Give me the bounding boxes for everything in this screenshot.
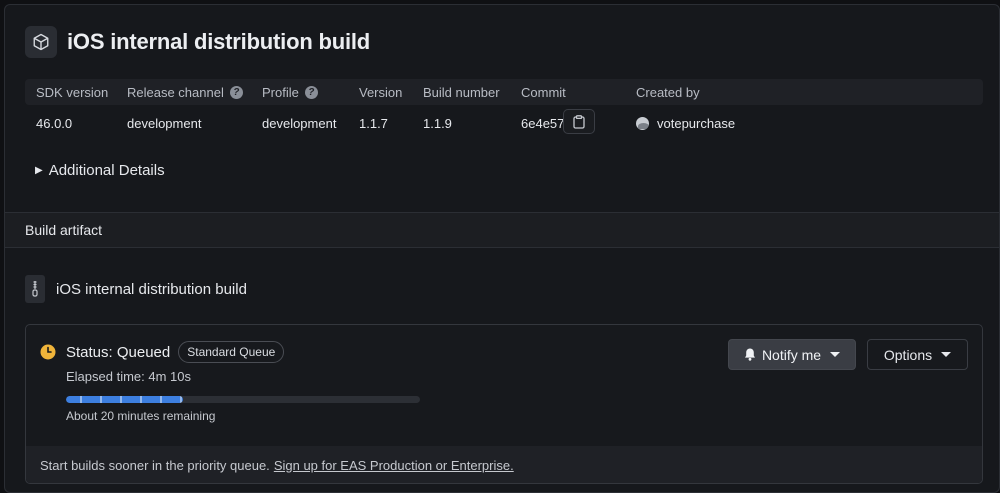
page-header: iOS internal distribution build bbox=[25, 26, 370, 58]
build-details-panel: iOS internal distribution build SDK vers… bbox=[4, 4, 1000, 493]
created-by[interactable]: votepurchase bbox=[636, 109, 735, 137]
help-icon[interactable]: ? bbox=[229, 85, 243, 99]
col-profile: Profile ? bbox=[262, 79, 318, 105]
progress-bar bbox=[66, 396, 420, 403]
profile-value: development bbox=[262, 115, 337, 131]
copy-commit-button[interactable] bbox=[563, 109, 595, 134]
queue-badge: Standard Queue bbox=[178, 341, 285, 363]
additional-details-label: Additional Details bbox=[48, 162, 165, 179]
version-value: 1.1.7 bbox=[359, 115, 388, 131]
help-icon[interactable]: ? bbox=[304, 85, 318, 99]
page-title: iOS internal distribution build bbox=[67, 29, 371, 54]
sdk-version-value: 46.0.0 bbox=[36, 115, 73, 131]
col-version: Version bbox=[359, 84, 403, 100]
clipboard-icon bbox=[573, 114, 585, 129]
options-label: Options bbox=[883, 346, 933, 363]
col-created-by: Created by bbox=[636, 84, 700, 100]
notify-me-button[interactable]: Notify me bbox=[728, 339, 856, 370]
package-icon bbox=[25, 26, 57, 58]
meta-table-row: 46.0.0 development development 1.1.7 1.1… bbox=[25, 109, 983, 137]
col-commit: Commit bbox=[521, 84, 566, 100]
disclosure-triangle-icon: ▶ bbox=[35, 165, 43, 176]
progress-fill bbox=[66, 396, 183, 403]
section-title: Build artifact bbox=[25, 222, 103, 238]
col-build-number: Build number bbox=[423, 84, 500, 100]
avatar bbox=[636, 116, 649, 130]
elapsed-time: Elapsed time: 4m 10s bbox=[66, 369, 192, 384]
col-profile-label: Profile bbox=[262, 84, 299, 100]
status-label: Status: Queued bbox=[66, 343, 171, 361]
build-artifact-section-header: Build artifact bbox=[5, 212, 999, 248]
time-remaining: About 20 minutes remaining bbox=[66, 409, 216, 423]
priority-queue-footer: Start builds sooner in the priority queu… bbox=[26, 446, 982, 483]
col-release-channel-label: Release channel bbox=[127, 84, 224, 100]
col-sdk-version: SDK version bbox=[36, 84, 109, 100]
chevron-down-icon bbox=[941, 352, 952, 357]
options-button[interactable]: Options bbox=[867, 339, 968, 370]
build-status-card: Status: Queued Standard Queue Elapsed ti… bbox=[25, 324, 983, 484]
zip-file-icon bbox=[25, 275, 45, 303]
release-channel-value: development bbox=[127, 115, 202, 131]
col-release-channel: Release channel ? bbox=[127, 79, 243, 105]
artifact-name: iOS internal distribution build bbox=[56, 280, 247, 298]
artifact-header: iOS internal distribution build bbox=[25, 275, 247, 303]
created-by-value: votepurchase bbox=[657, 115, 736, 131]
bell-icon bbox=[744, 348, 755, 361]
build-number-value: 1.1.9 bbox=[423, 115, 452, 131]
chevron-down-icon bbox=[830, 352, 841, 357]
meta-table-header: SDK version Release channel ? Profile ? … bbox=[25, 79, 983, 105]
notify-me-label: Notify me bbox=[761, 346, 822, 363]
additional-details-toggle[interactable]: ▶ Additional Details bbox=[35, 162, 165, 179]
status-line: Status: Queued Standard Queue bbox=[40, 341, 285, 363]
upgrade-link[interactable]: Sign up for EAS Production or Enterprise… bbox=[274, 458, 514, 473]
footer-text: Start builds sooner in the priority queu… bbox=[40, 457, 270, 473]
clock-icon bbox=[40, 344, 56, 360]
